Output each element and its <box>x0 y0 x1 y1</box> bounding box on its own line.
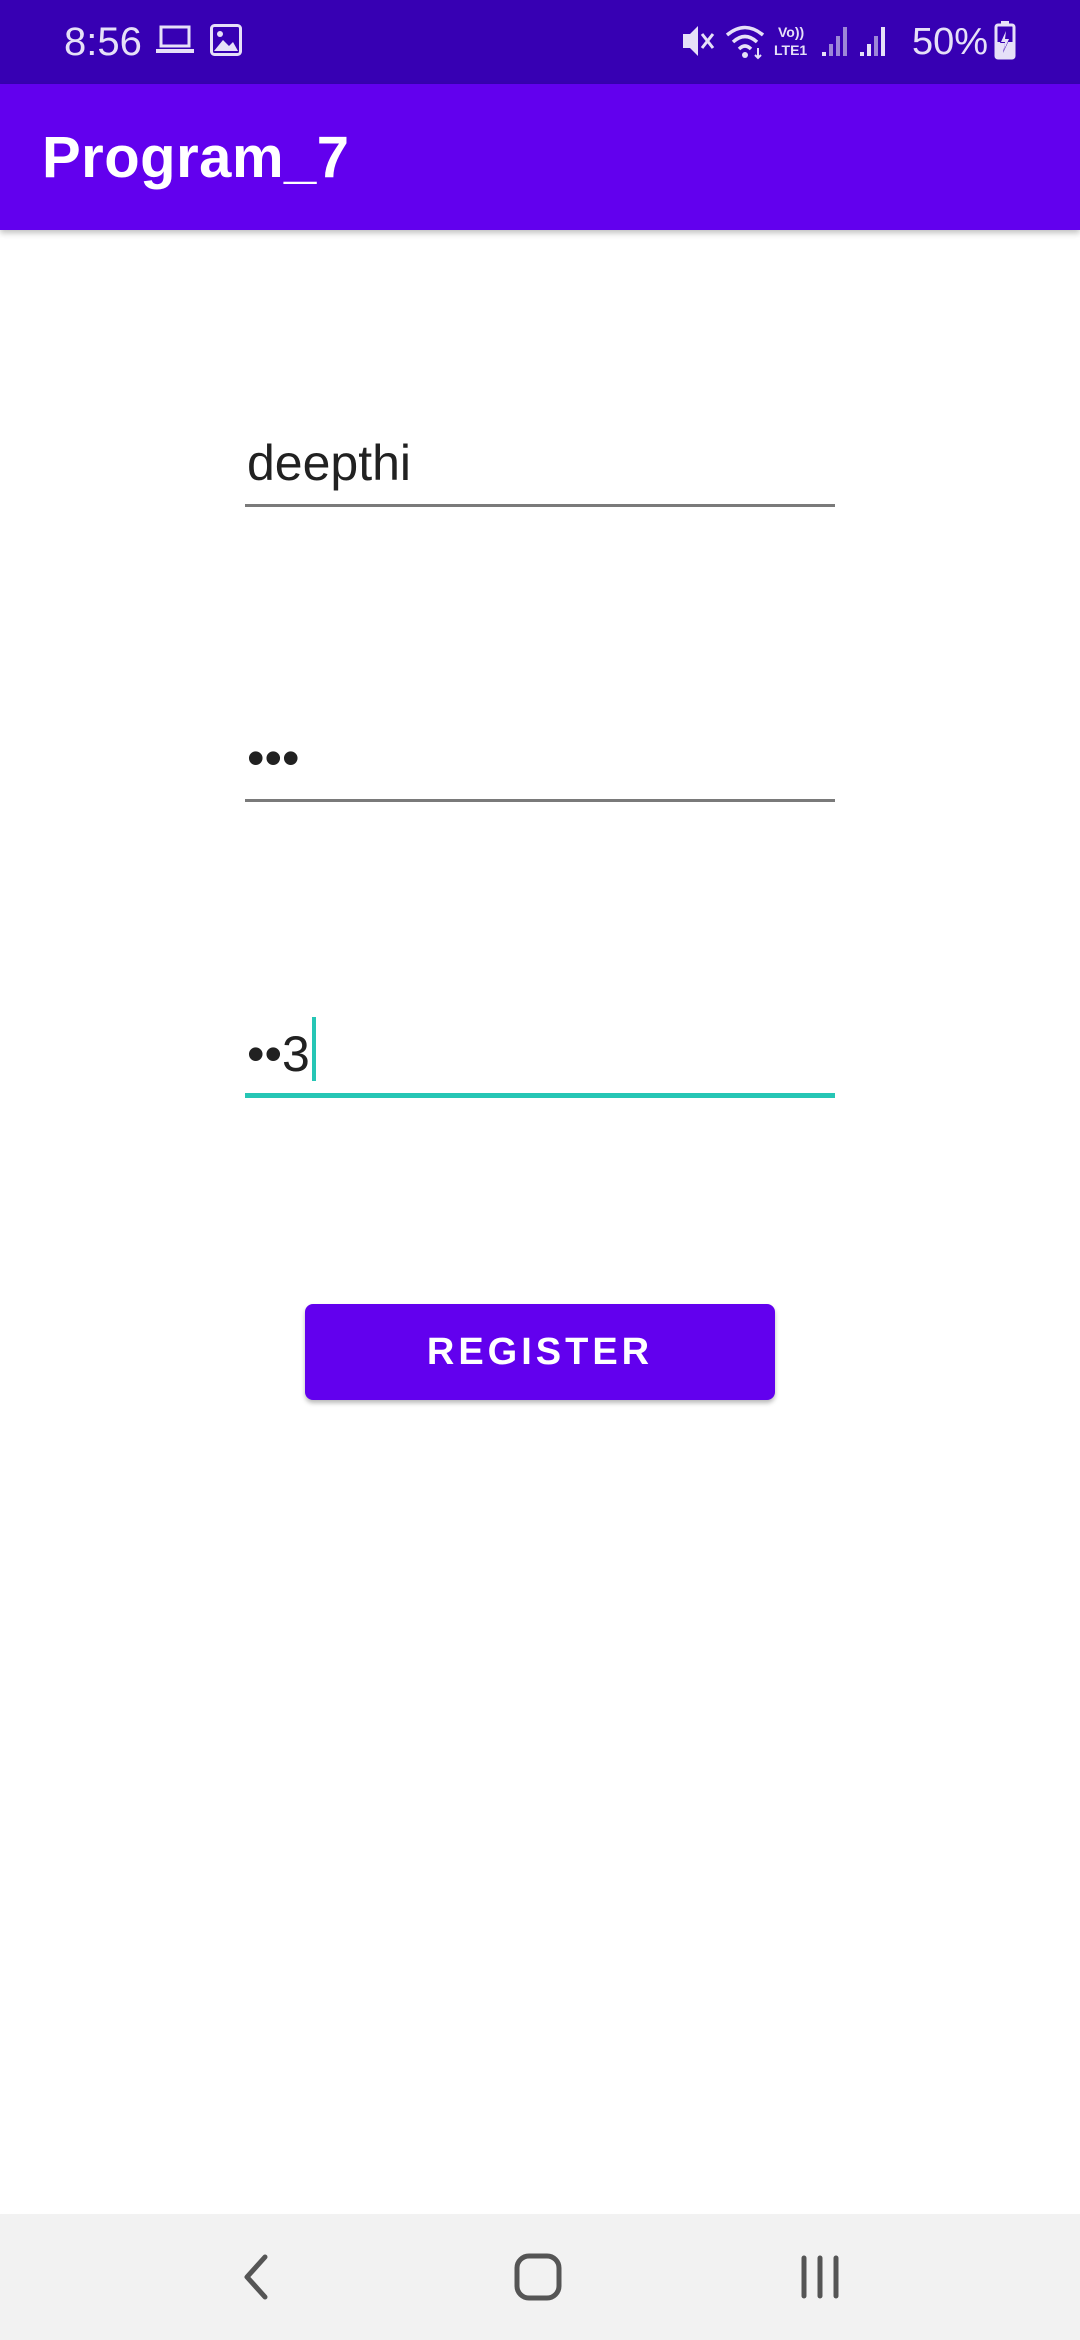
confirm-password-text: ••3 <box>247 1017 316 1084</box>
register-button[interactable]: REGISTER <box>305 1304 775 1400</box>
nav-bar <box>0 2214 1080 2340</box>
recents-icon[interactable] <box>790 2247 850 2307</box>
status-time: 8:56 <box>64 20 142 64</box>
signal-icon <box>822 27 847 56</box>
status-bar: 8:56 Vo)) LTE1 50% <box>0 0 1080 84</box>
svg-text:LTE1: LTE1 <box>774 42 807 58</box>
confirm-password-underline <box>245 1093 835 1098</box>
username-field[interactable]: deepthi <box>245 417 835 507</box>
confirm-password-field[interactable]: ••3 <box>245 1008 835 1098</box>
battery-charging-icon <box>994 21 1016 60</box>
text-cursor <box>311 1017 316 1081</box>
volte-icon: Vo)) LTE1 <box>774 24 807 58</box>
username-underline <box>245 504 835 507</box>
laptop-icon <box>156 25 194 53</box>
mute-icon <box>683 26 715 56</box>
image-icon <box>210 24 242 56</box>
svg-text:Vo)): Vo)) <box>778 24 804 40</box>
signal-icon <box>860 27 885 56</box>
home-icon[interactable] <box>508 2247 568 2307</box>
password-field[interactable]: ••• <box>245 712 835 802</box>
wifi-icon <box>725 25 765 60</box>
password-value: ••• <box>247 730 300 786</box>
app-bar: Program_7 <box>0 84 1080 230</box>
back-icon[interactable] <box>227 2247 287 2307</box>
battery-percent: 50% <box>912 21 989 63</box>
confirm-password-value: ••3 <box>247 1026 310 1082</box>
password-underline <box>245 799 835 802</box>
app-title: Program_7 <box>42 125 350 190</box>
username-value: deepthi <box>247 435 412 491</box>
